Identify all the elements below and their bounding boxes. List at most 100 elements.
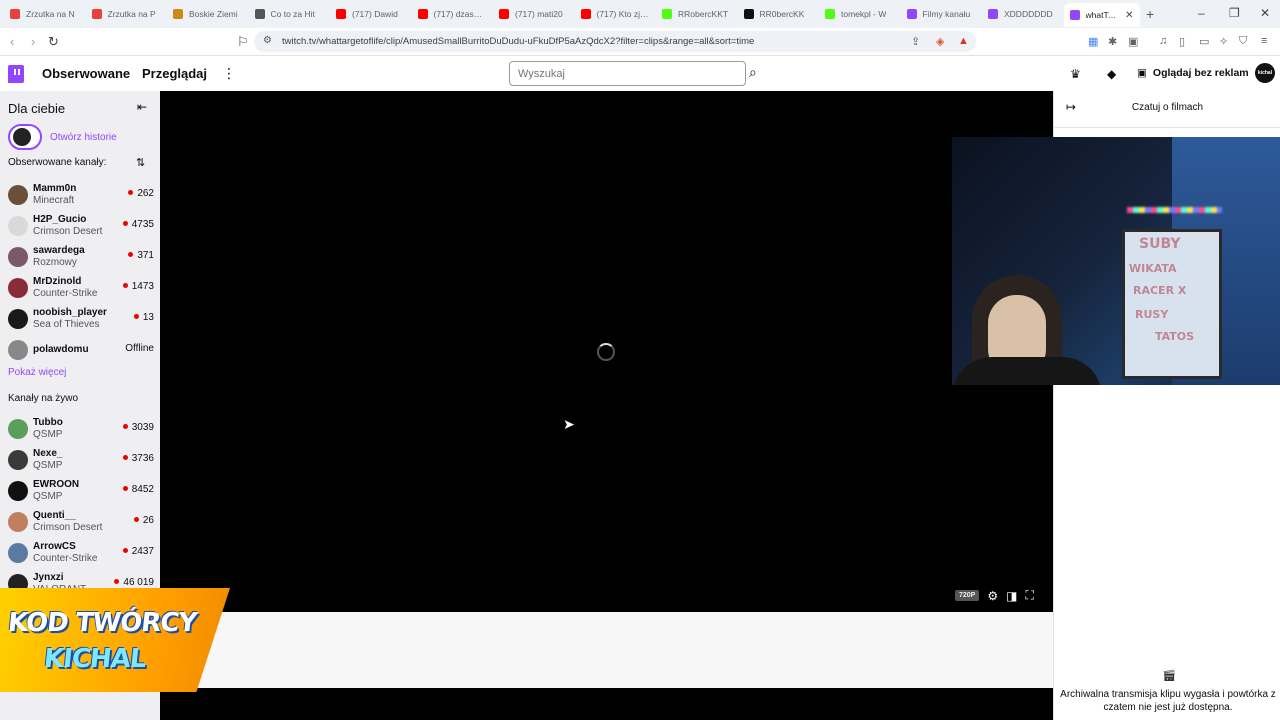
browser-tab[interactable]: RR0bercKK	[738, 4, 818, 24]
player-controls: 720P ⚙ ◨ ⛶	[955, 588, 1034, 603]
tab-favicon-icon	[906, 9, 917, 19]
more-menu-icon[interactable]: ⋮	[222, 65, 236, 82]
close-tab-icon[interactable]: ✕	[1125, 10, 1133, 21]
browser-tab[interactable]: whatTarg ✕	[1063, 3, 1140, 27]
translate-icon[interactable]: ▦	[1088, 35, 1098, 48]
browser-tab[interactable]: tomekpl - W	[819, 4, 899, 24]
live-dot-icon	[122, 283, 128, 288]
settings-gear-icon[interactable]: ⚙	[987, 589, 998, 603]
back-icon[interactable]: ‹	[10, 34, 14, 49]
share-icon[interactable]: ⇪	[911, 35, 920, 48]
fullscreen-icon[interactable]: ⛶	[1025, 588, 1033, 603]
extensions-icon[interactable]: ✱	[1108, 35, 1117, 48]
channel-row[interactable]: EWROON QSMP 8452	[8, 477, 154, 505]
tab-favicon-icon	[336, 9, 346, 19]
channel-name: Quenti__	[33, 510, 76, 521]
browser-tab[interactable]: RRobercKKT	[656, 4, 736, 24]
collapse-chat-icon[interactable]: ↦	[1066, 100, 1076, 114]
url-field[interactable]: ⚙ twitch.tv/whattargetoflife/clip/Amused…	[254, 31, 976, 52]
media-icon[interactable]: ♫	[1159, 35, 1167, 47]
close-window-icon[interactable]: ✕	[1260, 6, 1270, 20]
channel-category: Counter-Strike	[33, 553, 98, 564]
channel-row[interactable]: Mamm0n Minecraft 262	[8, 181, 154, 209]
search-input[interactable]	[510, 62, 745, 85]
channel-category: Counter-Strike	[33, 288, 98, 299]
channel-name: ArrowCS	[33, 541, 76, 552]
webcam-whiteboard: SUBY WIKATA RACER X RUSY TATOS	[1122, 229, 1222, 379]
viewer-count: 371	[128, 250, 154, 261]
channel-name: MrDzinold	[33, 276, 82, 287]
tab-favicon-icon	[173, 9, 183, 19]
channel-name: Nexe_	[33, 448, 63, 459]
bookmark-icon[interactable]: ⚐	[237, 34, 249, 50]
reload-icon[interactable]: ↻	[48, 34, 59, 50]
chat-divider	[1054, 127, 1280, 128]
nav-browse-link[interactable]: Przeglądaj	[142, 66, 207, 81]
prime-crown-icon[interactable]: ♛	[1070, 67, 1081, 81]
channel-row[interactable]: Tubbo QSMP 3039	[8, 415, 154, 443]
video-player[interactable]: ➤ 720P ⚙ ◨ ⛶	[160, 91, 1053, 612]
channel-row[interactable]: MrDzinold Counter-Strike 1473	[8, 274, 154, 302]
viewer-count: 4735	[122, 219, 154, 230]
browser-tab[interactable]: (717) mati20	[493, 4, 573, 24]
channel-name: polawdomu	[33, 344, 89, 355]
channel-row[interactable]: sawardega Rozmowy 371	[8, 243, 154, 271]
live-dot-icon	[128, 252, 134, 257]
vpn-icon[interactable]: ⛉	[1239, 35, 1247, 48]
maximize-icon[interactable]: ❐	[1229, 6, 1240, 20]
forward-icon[interactable]: ›	[31, 34, 35, 49]
viewer-count: 26	[133, 515, 154, 526]
screenshot-icon[interactable]: ▣	[1128, 35, 1138, 48]
minimize-icon[interactable]: –	[1198, 6, 1205, 20]
webcam-led-lights	[1127, 207, 1222, 213]
viewer-count: 8452	[122, 484, 154, 495]
brave-rewards-icon[interactable]: ▲	[958, 35, 969, 47]
ad-free-icon: ▣	[1137, 67, 1147, 79]
live-channels-header: Kanały na żywo	[8, 393, 79, 404]
channel-row[interactable]: noobish_player Sea of Thieves 13	[8, 305, 154, 333]
browser-tab[interactable]: (717) Kto zjed	[575, 4, 655, 24]
user-avatar[interactable]: kichal	[1255, 63, 1275, 83]
browser-tab[interactable]: Boskie Ziemi	[167, 4, 247, 24]
tab-favicon-icon	[988, 9, 998, 19]
browser-tab[interactable]: XDDDDDDD	[982, 4, 1062, 24]
brave-shield-icon[interactable]: ◈	[936, 35, 944, 48]
browser-tab[interactable]: (717) Dawid	[330, 4, 410, 24]
stories-button[interactable]: Otwórz historie	[8, 124, 117, 150]
channel-name: noobish_player	[33, 307, 107, 318]
banner-line-1: KOD TWÓRCY	[6, 608, 198, 638]
nav-following-link[interactable]: Obserwowane	[42, 66, 130, 81]
leo-ai-icon[interactable]: ✧	[1219, 35, 1228, 48]
browser-tab[interactable]: Filmy kanału	[901, 4, 981, 24]
collapse-sidebar-icon[interactable]: ⇤	[137, 100, 147, 114]
new-tab-button[interactable]: +	[1146, 6, 1154, 22]
tab-title: (717) Dawid	[352, 9, 398, 19]
browser-tab[interactable]: Zrzutka na P	[86, 4, 166, 24]
bits-icon[interactable]: ◆	[1107, 67, 1116, 81]
browser-tab[interactable]: (717) dzasper	[412, 4, 492, 24]
live-dot-icon	[133, 517, 139, 522]
wallet-icon[interactable]: ▭	[1199, 35, 1209, 48]
browser-tab[interactable]: Co to za Hit	[249, 4, 329, 24]
channel-row[interactable]: Nexe_ QSMP 3736	[8, 446, 154, 474]
show-more-link[interactable]: Pokaż więcej	[8, 367, 66, 378]
search-icon[interactable]: ⌕	[749, 64, 757, 81]
browser-tab[interactable]: Zrzutka na N	[4, 4, 84, 24]
quality-badge: 720P	[955, 590, 980, 601]
browser-menu-icon[interactable]: ≡	[1261, 35, 1267, 47]
stories-label: Otwórz historie	[50, 131, 117, 143]
channel-row[interactable]: H2P_Gucio Crimson Desert 4735	[8, 212, 154, 240]
sort-icon[interactable]: ⇅	[136, 156, 145, 169]
channel-row[interactable]: Quenti__ Crimson Desert 26	[8, 508, 154, 536]
theatre-mode-icon[interactable]: ◨	[1006, 589, 1017, 603]
twitch-logo-icon[interactable]	[8, 65, 24, 83]
board-line: RACER X	[1133, 284, 1187, 297]
sidebar-toggle-icon[interactable]: ▯	[1179, 35, 1185, 48]
clip-info-area	[160, 612, 1053, 688]
channel-row[interactable]: ArrowCS Counter-Strike 2437	[8, 539, 154, 567]
tab-title: Co to za Hit	[270, 9, 315, 19]
ad-free-button[interactable]: ▣ Oglądaj bez reklam	[1131, 62, 1255, 84]
ad-free-label: Oglądaj bez reklam	[1152, 67, 1249, 79]
site-info-icon[interactable]: ⚙	[263, 35, 272, 46]
channel-row[interactable]: polawdomu Offline	[8, 336, 154, 364]
